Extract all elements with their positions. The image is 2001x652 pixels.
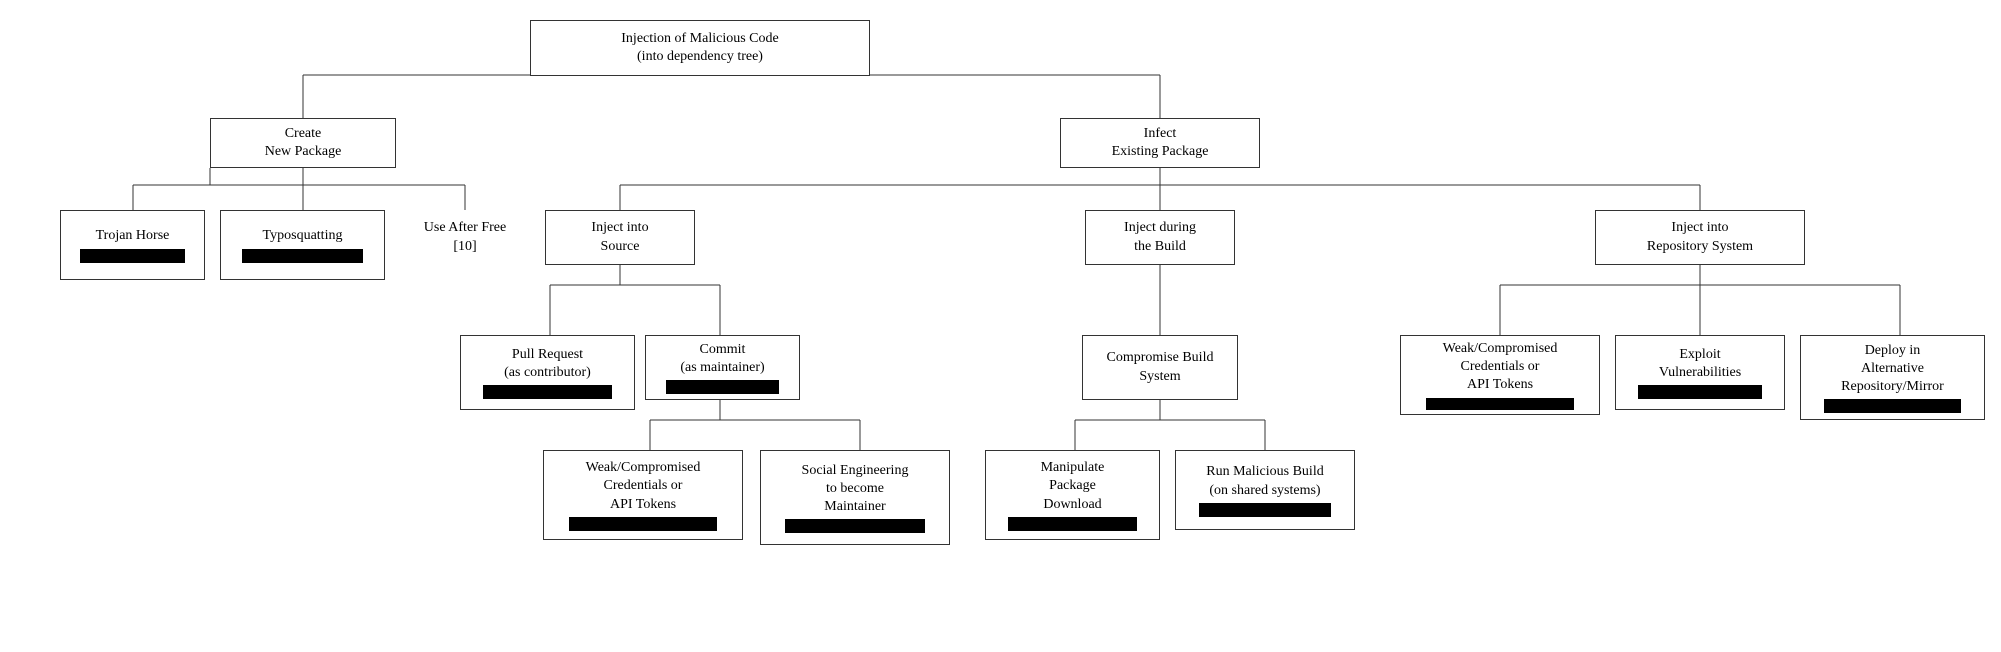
- node-run-malicious: Run Malicious Build(on shared systems): [1175, 450, 1355, 530]
- node-weak-creds-repo: Weak/CompromisedCredentials orAPI Tokens: [1400, 335, 1600, 415]
- node-typosquatting: Typosquatting: [220, 210, 385, 280]
- node-commit-maintainer: Commit(as maintainer): [645, 335, 800, 400]
- node-create-new: CreateNew Package: [210, 118, 396, 168]
- node-manipulate-download: ManipulatePackageDownload: [985, 450, 1160, 540]
- node-inject-source: Inject intoSource: [545, 210, 695, 265]
- diagram: Injection of Malicious Code(into depende…: [0, 0, 2001, 652]
- redacted-bar: [666, 380, 779, 394]
- redacted-bar: [1008, 517, 1137, 531]
- node-inject-build: Inject duringthe Build: [1085, 210, 1235, 265]
- node-exploit-vuln: ExploitVulnerabilities: [1615, 335, 1785, 410]
- redacted-bar: [569, 517, 718, 531]
- node-compromise-build: Compromise BuildSystem: [1082, 335, 1238, 400]
- redacted-bar: [785, 519, 926, 533]
- redacted-bar: [1824, 399, 1961, 413]
- node-pull-request: Pull Request(as contributor): [460, 335, 635, 410]
- node-use-after-free: Use After Free[10]: [400, 210, 530, 265]
- node-trojan-horse: Trojan Horse: [60, 210, 205, 280]
- redacted-bar: [483, 385, 612, 399]
- redacted-bar: [1426, 398, 1575, 410]
- connector-lines: [0, 0, 2001, 652]
- redacted-bar: [1199, 503, 1332, 517]
- node-deploy-alt: Deploy inAlternativeRepository/Mirror: [1800, 335, 1985, 420]
- redacted-bar: [1638, 385, 1763, 399]
- redacted-bar: [80, 249, 185, 263]
- node-weak-creds-commit: Weak/CompromisedCredentials orAPI Tokens: [543, 450, 743, 540]
- node-root: Injection of Malicious Code(into depende…: [530, 20, 870, 76]
- node-infect-existing: InfectExisting Package: [1060, 118, 1260, 168]
- node-inject-repo: Inject intoRepository System: [1595, 210, 1805, 265]
- redacted-bar: [242, 249, 363, 263]
- node-social-engineering: Social Engineeringto becomeMaintainer: [760, 450, 950, 545]
